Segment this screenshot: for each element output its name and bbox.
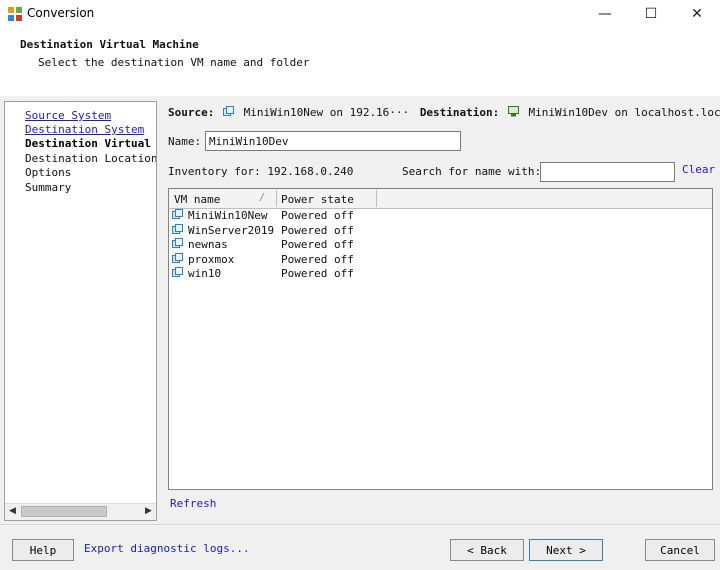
source-label: Source: xyxy=(168,106,215,119)
vm-name-text: proxmox xyxy=(188,253,235,266)
table-row[interactable]: win10 Powered off xyxy=(169,267,712,281)
vm-name-input[interactable]: MiniWin10Dev xyxy=(205,131,461,151)
column-divider[interactable] xyxy=(376,190,377,207)
close-icon: ✕ xyxy=(691,6,703,22)
table-row[interactable]: MiniWin10New Powered off xyxy=(169,209,712,223)
sort-indicator: / xyxy=(259,192,266,203)
table-row[interactable]: WinServer2019 Powered off xyxy=(169,224,712,238)
table-row[interactable]: newnas Powered off xyxy=(169,238,712,252)
nav-item-destination-location: Destination Location xyxy=(25,152,157,165)
maximize-icon: ☐ xyxy=(644,6,658,22)
close-button[interactable]: ✕ xyxy=(674,0,720,28)
maximize-button[interactable]: ☐ xyxy=(628,0,674,28)
vm-icon xyxy=(172,224,183,234)
column-divider[interactable] xyxy=(276,190,277,207)
vm-name-text: WinServer2019 xyxy=(188,224,275,237)
nav-item-destination-vm: Destination Virtual Machine xyxy=(25,137,156,150)
cancel-button[interactable]: Cancel xyxy=(645,539,715,561)
search-input[interactable] xyxy=(540,162,675,182)
refresh-link[interactable]: Refresh xyxy=(170,497,216,510)
inventory-label: Inventory for: 192.168.0.240 xyxy=(168,165,354,178)
source-destination-line: Source: MiniWin10New on 192.16··· Destin… xyxy=(168,106,720,119)
vm-name-text: win10 xyxy=(188,267,222,280)
name-label: Name: xyxy=(168,135,202,148)
table-header: VM name / Power state xyxy=(169,189,712,209)
back-button[interactable]: < Back xyxy=(450,539,524,561)
vm-table: VM name / Power state MiniWin10New Power… xyxy=(168,188,713,490)
source-value: MiniWin10New on 192.16··· xyxy=(243,106,410,119)
nav-item-options: Options xyxy=(25,166,72,179)
minimize-button[interactable]: — xyxy=(582,0,628,28)
vm-name-cell: proxmox xyxy=(172,253,234,266)
scroll-left-icon[interactable]: ◀ xyxy=(9,506,16,516)
power-state-cell: Powered off xyxy=(281,267,354,280)
destination-value: MiniWin10Dev on localhost.loca··· xyxy=(528,106,720,119)
vm-name-text: newnas xyxy=(188,238,228,251)
page-title: Destination Virtual Machine xyxy=(20,38,199,51)
power-state-cell: Powered off xyxy=(281,253,354,266)
table-row[interactable]: proxmox Powered off xyxy=(169,253,712,267)
power-state-cell: Powered off xyxy=(281,238,354,251)
minimize-icon: — xyxy=(598,6,612,22)
wizard-nav: Source System Destination System Destina… xyxy=(4,101,157,521)
next-button[interactable]: Next > xyxy=(529,539,603,561)
vm-name-cell: win10 xyxy=(172,267,221,280)
column-header-vm-name[interactable]: VM name xyxy=(174,193,220,206)
nav-item-summary: Summary xyxy=(25,181,72,194)
power-state-cell: Powered off xyxy=(281,224,354,237)
vm-icon xyxy=(172,238,183,248)
wizard-footer: Help Export diagnostic logs... < Back Ne… xyxy=(0,524,720,570)
vm-icon xyxy=(222,106,234,116)
column-header-power-state[interactable]: Power state xyxy=(281,193,354,206)
window-title: Conversion xyxy=(27,6,95,20)
help-button[interactable]: Help xyxy=(12,539,74,561)
scroll-right-icon[interactable]: ▶ xyxy=(145,506,152,516)
nav-horizontal-scrollbar[interactable]: ◀ ▶ xyxy=(5,503,156,520)
vm-icon xyxy=(172,209,183,219)
wizard-header: Destination Virtual Machine Select the d… xyxy=(0,28,720,100)
host-icon xyxy=(507,106,519,117)
page-subtitle: Select the destination VM name and folde… xyxy=(38,56,310,69)
destination-label: Destination: xyxy=(419,106,500,119)
nav-item-destination-system[interactable]: Destination System xyxy=(25,123,144,136)
search-label: Search for name with: xyxy=(402,165,542,178)
vm-icon xyxy=(172,267,183,277)
export-logs-link[interactable]: Export diagnostic logs... xyxy=(84,542,250,555)
clear-link[interactable]: Clear xyxy=(682,163,715,176)
vm-icon xyxy=(172,253,183,263)
nav-item-source-system[interactable]: Source System xyxy=(25,109,111,122)
app-icon xyxy=(8,7,22,21)
power-state-cell: Powered off xyxy=(281,209,354,222)
title-bar: Conversion — ☐ ✕ xyxy=(0,0,720,28)
vm-name-cell: WinServer2019 xyxy=(172,224,274,237)
vm-name-text: MiniWin10New xyxy=(188,209,268,222)
scrollbar-thumb[interactable] xyxy=(21,506,107,517)
vm-name-cell: newnas xyxy=(172,238,228,251)
vm-name-cell: MiniWin10New xyxy=(172,209,267,222)
